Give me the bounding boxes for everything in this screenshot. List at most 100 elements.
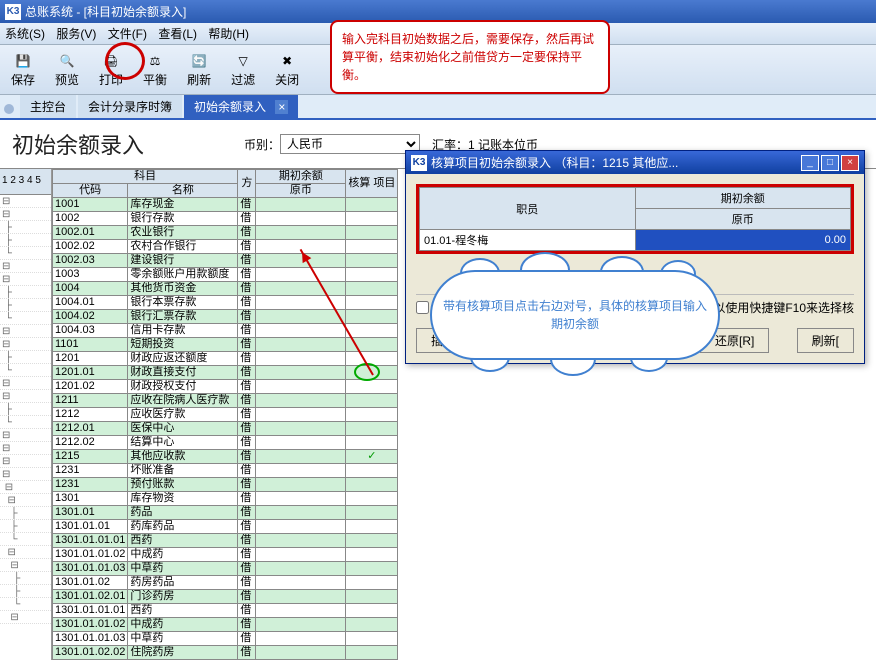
cell-project[interactable] bbox=[346, 254, 398, 268]
cell-orig[interactable] bbox=[256, 422, 346, 436]
cell-orig[interactable] bbox=[256, 310, 346, 324]
cell-project[interactable] bbox=[346, 422, 398, 436]
preview-button[interactable]: 🔍预览 bbox=[49, 49, 85, 90]
cell-orig[interactable] bbox=[256, 352, 346, 366]
tree-toggle[interactable]: ⊟ bbox=[0, 325, 51, 338]
tree-toggle[interactable]: ⊟ bbox=[0, 273, 51, 286]
cell-orig[interactable] bbox=[256, 590, 346, 604]
cell-orig[interactable] bbox=[256, 562, 346, 576]
cell-orig[interactable] bbox=[256, 198, 346, 212]
cell-orig[interactable] bbox=[256, 604, 346, 618]
cell-project[interactable] bbox=[346, 394, 398, 408]
cell-project[interactable] bbox=[346, 576, 398, 590]
cell-project[interactable] bbox=[346, 618, 398, 632]
tree-toggle[interactable]: ├ bbox=[0, 351, 51, 364]
popup-grid[interactable]: 职员 期初余额 原币 01.01-程冬梅 0.00 bbox=[419, 187, 851, 251]
cell-orig[interactable] bbox=[256, 646, 346, 660]
table-row[interactable]: 1004.02银行汇票存款借 bbox=[53, 310, 398, 324]
tree-toggle[interactable]: └ bbox=[0, 364, 51, 377]
tree-toggle[interactable]: ├ bbox=[0, 585, 51, 598]
cell-project[interactable] bbox=[346, 464, 398, 478]
table-row[interactable]: 1215其他应收款借✓ bbox=[53, 450, 398, 464]
tree-toggle[interactable]: ├ bbox=[0, 572, 51, 585]
cell-orig[interactable] bbox=[256, 506, 346, 520]
tree-toggle[interactable]: ⊟ bbox=[0, 611, 51, 624]
popup-title-bar[interactable]: K3 核算项目初始余额录入 （科目：1215 其他应... _ □ × bbox=[406, 151, 864, 174]
cell-orig[interactable] bbox=[256, 268, 346, 282]
table-row[interactable]: 1201.01财政直接支付借 bbox=[53, 366, 398, 380]
cell-orig[interactable] bbox=[256, 520, 346, 534]
tree-toggle[interactable]: ⊟ bbox=[0, 494, 51, 507]
table-row[interactable]: 1001库存现金借 bbox=[53, 198, 398, 212]
cell-project[interactable] bbox=[346, 506, 398, 520]
cell-project[interactable] bbox=[346, 632, 398, 646]
tree-toggle[interactable]: ⊟ bbox=[0, 260, 51, 273]
cell-project[interactable] bbox=[346, 212, 398, 226]
cell-project[interactable] bbox=[346, 380, 398, 394]
tree-toggle[interactable]: └ bbox=[0, 533, 51, 546]
tab-journal[interactable]: 会计分录序时簿 bbox=[78, 95, 182, 118]
cell-orig[interactable] bbox=[256, 632, 346, 646]
cell-project[interactable] bbox=[346, 408, 398, 422]
cell-orig[interactable] bbox=[256, 548, 346, 562]
tree-toggle[interactable]: ├ bbox=[0, 520, 51, 533]
table-row[interactable]: 1231坏账准备借 bbox=[53, 464, 398, 478]
tree-toggle[interactable]: ⊟ bbox=[0, 377, 51, 390]
popup-minimize-button[interactable]: _ bbox=[801, 155, 819, 171]
cell-orig[interactable] bbox=[256, 394, 346, 408]
tree-toggle[interactable]: ⊟ bbox=[0, 338, 51, 351]
table-row[interactable]: 1212.01医保中心借 bbox=[53, 422, 398, 436]
refresh-button[interactable]: 🔄刷新 bbox=[181, 49, 217, 90]
cell-orig[interactable] bbox=[256, 282, 346, 296]
tree-toggle[interactable]: ⊟ bbox=[0, 442, 51, 455]
cell-project[interactable] bbox=[346, 492, 398, 506]
menu-system[interactable]: 系统(S) bbox=[5, 27, 45, 41]
cell-orig[interactable] bbox=[256, 436, 346, 450]
table-row[interactable]: 1301.01.01药库药品借 bbox=[53, 520, 398, 534]
tree-toggle[interactable]: ⊟ bbox=[0, 546, 51, 559]
cell-project[interactable] bbox=[346, 478, 398, 492]
cell-project[interactable] bbox=[346, 226, 398, 240]
tree-toggle[interactable]: ├ bbox=[0, 221, 51, 234]
cell-orig[interactable] bbox=[256, 408, 346, 422]
table-row[interactable]: 1301库存物资借 bbox=[53, 492, 398, 506]
table-row[interactable]: 1212.02结算中心借 bbox=[53, 436, 398, 450]
cell-orig[interactable] bbox=[256, 576, 346, 590]
tree-toggle[interactable]: └ bbox=[0, 247, 51, 260]
table-row[interactable]: 1201财政应返还额度借 bbox=[53, 352, 398, 366]
cell-orig[interactable] bbox=[256, 464, 346, 478]
tree-toggle[interactable]: ⊟ bbox=[0, 195, 51, 208]
cell-orig[interactable] bbox=[256, 366, 346, 380]
cell-project[interactable] bbox=[346, 198, 398, 212]
cell-project[interactable] bbox=[346, 646, 398, 660]
table-row[interactable]: 1301.01.02药房药品借 bbox=[53, 576, 398, 590]
popup-row-employee[interactable]: 01.01-程冬梅 bbox=[420, 230, 636, 251]
table-row[interactable]: 1301.01.01.02中成药借 bbox=[53, 548, 398, 562]
popup-maximize-button[interactable]: □ bbox=[821, 155, 839, 171]
table-row[interactable]: 1002.03建设银行借 bbox=[53, 254, 398, 268]
cell-orig[interactable] bbox=[256, 492, 346, 506]
cell-orig[interactable] bbox=[256, 450, 346, 464]
cell-orig[interactable] bbox=[256, 324, 346, 338]
cell-project[interactable] bbox=[346, 268, 398, 282]
popup-refresh-button[interactable]: 刷新[ bbox=[797, 328, 854, 353]
table-row[interactable]: 1003零余额账户用款额度借 bbox=[53, 268, 398, 282]
tab-control-panel[interactable]: 主控台 bbox=[20, 95, 76, 118]
table-row[interactable]: 1301.01.02.02住院药房借 bbox=[53, 646, 398, 660]
cell-project[interactable] bbox=[346, 520, 398, 534]
tree-toggle[interactable]: └ bbox=[0, 416, 51, 429]
save-button[interactable]: 💾保存 bbox=[5, 49, 41, 90]
table-row[interactable]: 1301.01.01.01西药借 bbox=[53, 604, 398, 618]
popup-close-button[interactable]: × bbox=[841, 155, 859, 171]
cell-project[interactable] bbox=[346, 604, 398, 618]
table-row[interactable]: 1201.02财政授权支付借 bbox=[53, 380, 398, 394]
table-row[interactable]: 1301.01.01.03中草药借 bbox=[53, 562, 398, 576]
cell-orig[interactable] bbox=[256, 212, 346, 226]
table-row[interactable]: 1212应收医疗款借 bbox=[53, 408, 398, 422]
cell-project[interactable] bbox=[346, 562, 398, 576]
cell-project[interactable] bbox=[346, 436, 398, 450]
menu-help[interactable]: 帮助(H) bbox=[208, 27, 249, 41]
popup-row-value[interactable]: 0.00 bbox=[635, 230, 851, 251]
table-row[interactable]: 1301.01药品借 bbox=[53, 506, 398, 520]
menu-service[interactable]: 服务(V) bbox=[56, 27, 96, 41]
